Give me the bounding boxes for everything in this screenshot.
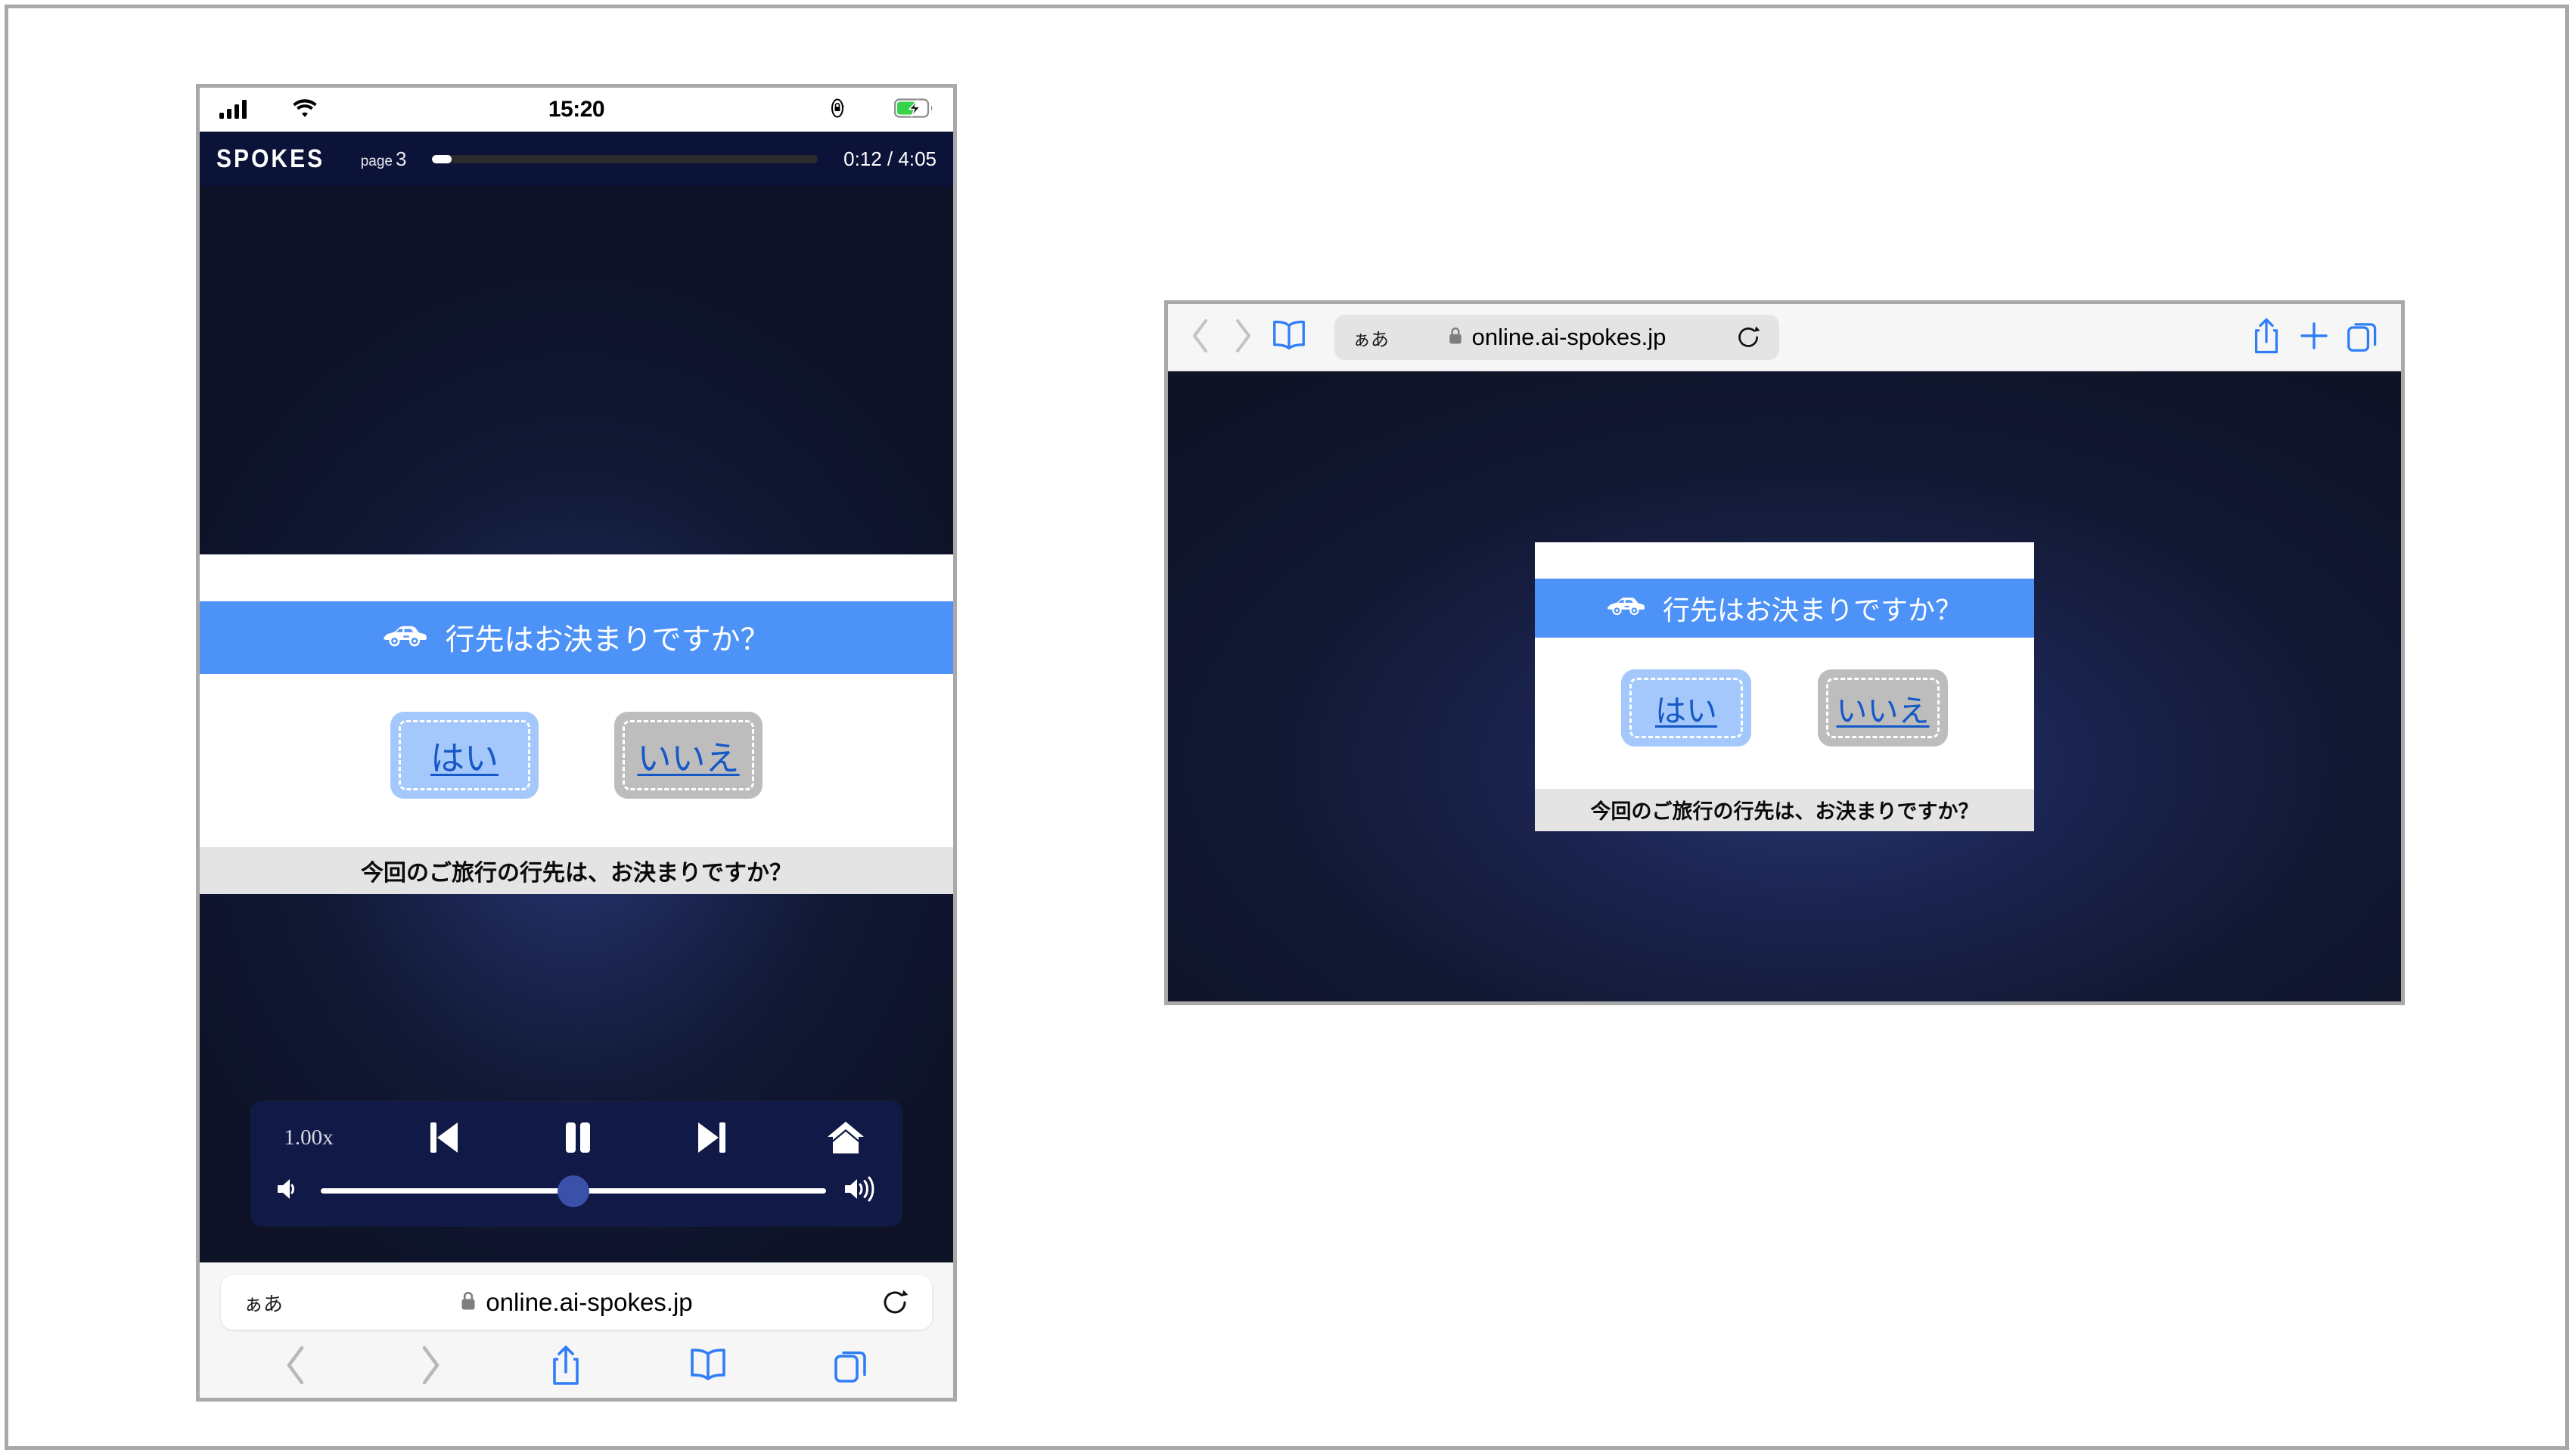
ios-status-bar: 15:20 bbox=[200, 88, 953, 132]
safari-address-bar[interactable]: ぁあ online.ai-spokes.jp bbox=[221, 1275, 932, 1330]
back-button[interactable] bbox=[283, 1344, 310, 1386]
safari-url-text: online.ai-spokes.jp bbox=[486, 1288, 693, 1316]
tablet-device-frame: ぁあ online.ai-spokes.jp 行先はお決まりですか？ はい いい… bbox=[1164, 300, 2405, 1005]
car-icon bbox=[383, 622, 428, 654]
forward-button[interactable] bbox=[416, 1344, 443, 1386]
slide-card-top-padding bbox=[1535, 542, 2034, 579]
safari-url-center: online.ai-spokes.jp bbox=[221, 1288, 932, 1317]
safari-url-text: online.ai-spokes.jp bbox=[1471, 324, 1666, 350]
lock-icon bbox=[460, 1290, 477, 1315]
tabs-icon[interactable] bbox=[2347, 318, 2380, 357]
slide-stage: 行先はお決まりですか？ はい いいえ 今回のご旅行の行先は、お決まりですか？ bbox=[200, 186, 953, 1262]
reload-icon[interactable] bbox=[1737, 324, 1761, 350]
tabs-icon[interactable] bbox=[834, 1346, 870, 1384]
playback-speed-label[interactable]: 1.00x bbox=[274, 1125, 343, 1150]
answer-button-yes[interactable]: はい bbox=[390, 712, 539, 799]
skip-previous-icon[interactable] bbox=[411, 1113, 477, 1162]
forward-button[interactable] bbox=[1230, 317, 1254, 359]
answer-buttons-row: はい いいえ bbox=[200, 674, 953, 847]
answer-button-yes-label: はい bbox=[430, 738, 499, 778]
safari-tab-bar bbox=[200, 1330, 953, 1390]
page-frame: 15:20 SPOKES page 3 0:12 / 4:05 行先はお決まりで… bbox=[5, 5, 2569, 1450]
slide-caption: 今回のご旅行の行先は、お決まりですか？ bbox=[200, 847, 953, 894]
home-icon[interactable] bbox=[812, 1113, 879, 1162]
answer-button-yes-label: はい bbox=[1655, 692, 1717, 729]
safari-url-center: online.ai-spokes.jp bbox=[1334, 324, 1779, 351]
playback-progress-bar[interactable] bbox=[432, 154, 818, 163]
car-icon bbox=[1607, 594, 1646, 622]
slide-stage: 行先はお決まりですか？ はい いいえ 今回のご旅行の行先は、お決まりですか？ bbox=[1168, 371, 2401, 1001]
share-icon[interactable] bbox=[2251, 316, 2281, 359]
text-size-button[interactable]: ぁあ bbox=[1353, 324, 1389, 351]
share-icon[interactable] bbox=[549, 1343, 582, 1387]
safari-address-bar[interactable]: ぁあ online.ai-spokes.jp bbox=[1334, 315, 1779, 360]
playback-time-display: 0:12 / 4:05 bbox=[843, 147, 937, 170]
bookmarks-icon[interactable] bbox=[1271, 319, 1307, 356]
page-indicator-label: page bbox=[360, 153, 393, 169]
reload-icon[interactable] bbox=[882, 1288, 909, 1317]
volume-slider[interactable] bbox=[321, 1175, 826, 1207]
question-text: 行先はお決まりですか？ bbox=[1662, 595, 1962, 626]
answer-button-no[interactable]: いいえ bbox=[614, 712, 763, 799]
answer-button-no-label: いいえ bbox=[637, 738, 740, 778]
playback-progress-fill bbox=[432, 154, 452, 163]
slide-card-top-padding bbox=[200, 554, 953, 601]
answer-button-yes[interactable]: はい bbox=[1621, 669, 1751, 747]
safari-bottom-bar: ぁあ online.ai-spokes.jp bbox=[200, 1262, 953, 1398]
stage-spacer-top bbox=[200, 186, 953, 554]
page-indicator-number: 3 bbox=[396, 147, 407, 170]
safari-url-row: ぁあ online.ai-spokes.jp bbox=[200, 1275, 953, 1330]
question-text: 行先はお決まりですか？ bbox=[445, 623, 770, 657]
player-controls: 1.00x bbox=[251, 1101, 902, 1226]
text-size-button[interactable]: ぁあ bbox=[244, 1289, 283, 1317]
bookmarks-icon[interactable] bbox=[688, 1347, 728, 1383]
slide-caption: 今回のご旅行の行先は、お決まりですか？ bbox=[1535, 788, 2034, 831]
pause-icon[interactable] bbox=[545, 1113, 611, 1162]
answer-button-no[interactable]: いいえ bbox=[1818, 669, 1948, 747]
question-banner: 行先はお決まりですか？ bbox=[200, 601, 953, 674]
page-indicator: page 3 bbox=[361, 147, 407, 171]
slide-card: 行先はお決まりですか？ はい いいえ 今回のご旅行の行先は、お決まりですか？ bbox=[200, 554, 953, 894]
player-volume-row bbox=[274, 1168, 879, 1209]
app-brand-logo: SPOKES bbox=[216, 144, 325, 173]
volume-slider-knob[interactable] bbox=[558, 1175, 589, 1207]
volume-low-icon[interactable] bbox=[274, 1174, 304, 1208]
skip-next-icon[interactable] bbox=[679, 1113, 745, 1162]
answer-button-no-label: いいえ bbox=[1836, 692, 1930, 729]
status-bar-clock: 15:20 bbox=[548, 97, 605, 122]
plus-icon[interactable] bbox=[2298, 320, 2330, 355]
lock-icon bbox=[1448, 326, 1463, 349]
back-button[interactable] bbox=[1189, 317, 1213, 359]
phone-device-frame: 15:20 SPOKES page 3 0:12 / 4:05 行先はお決まりで… bbox=[196, 84, 957, 1402]
player-controls-wrapper: 1.00x bbox=[200, 1101, 953, 1226]
tablet-safari-toolbar: ぁあ online.ai-spokes.jp bbox=[1168, 304, 2401, 371]
volume-high-icon[interactable] bbox=[843, 1174, 879, 1208]
question-banner: 行先はお決まりですか？ bbox=[1535, 578, 2034, 638]
player-transport-row: 1.00x bbox=[274, 1113, 879, 1162]
app-header: SPOKES page 3 0:12 / 4:05 bbox=[200, 132, 953, 186]
slide-card: 行先はお決まりですか？ はい いいえ 今回のご旅行の行先は、お決まりですか？ bbox=[1535, 542, 2034, 831]
answer-buttons-row: はい いいえ bbox=[1535, 637, 2034, 789]
